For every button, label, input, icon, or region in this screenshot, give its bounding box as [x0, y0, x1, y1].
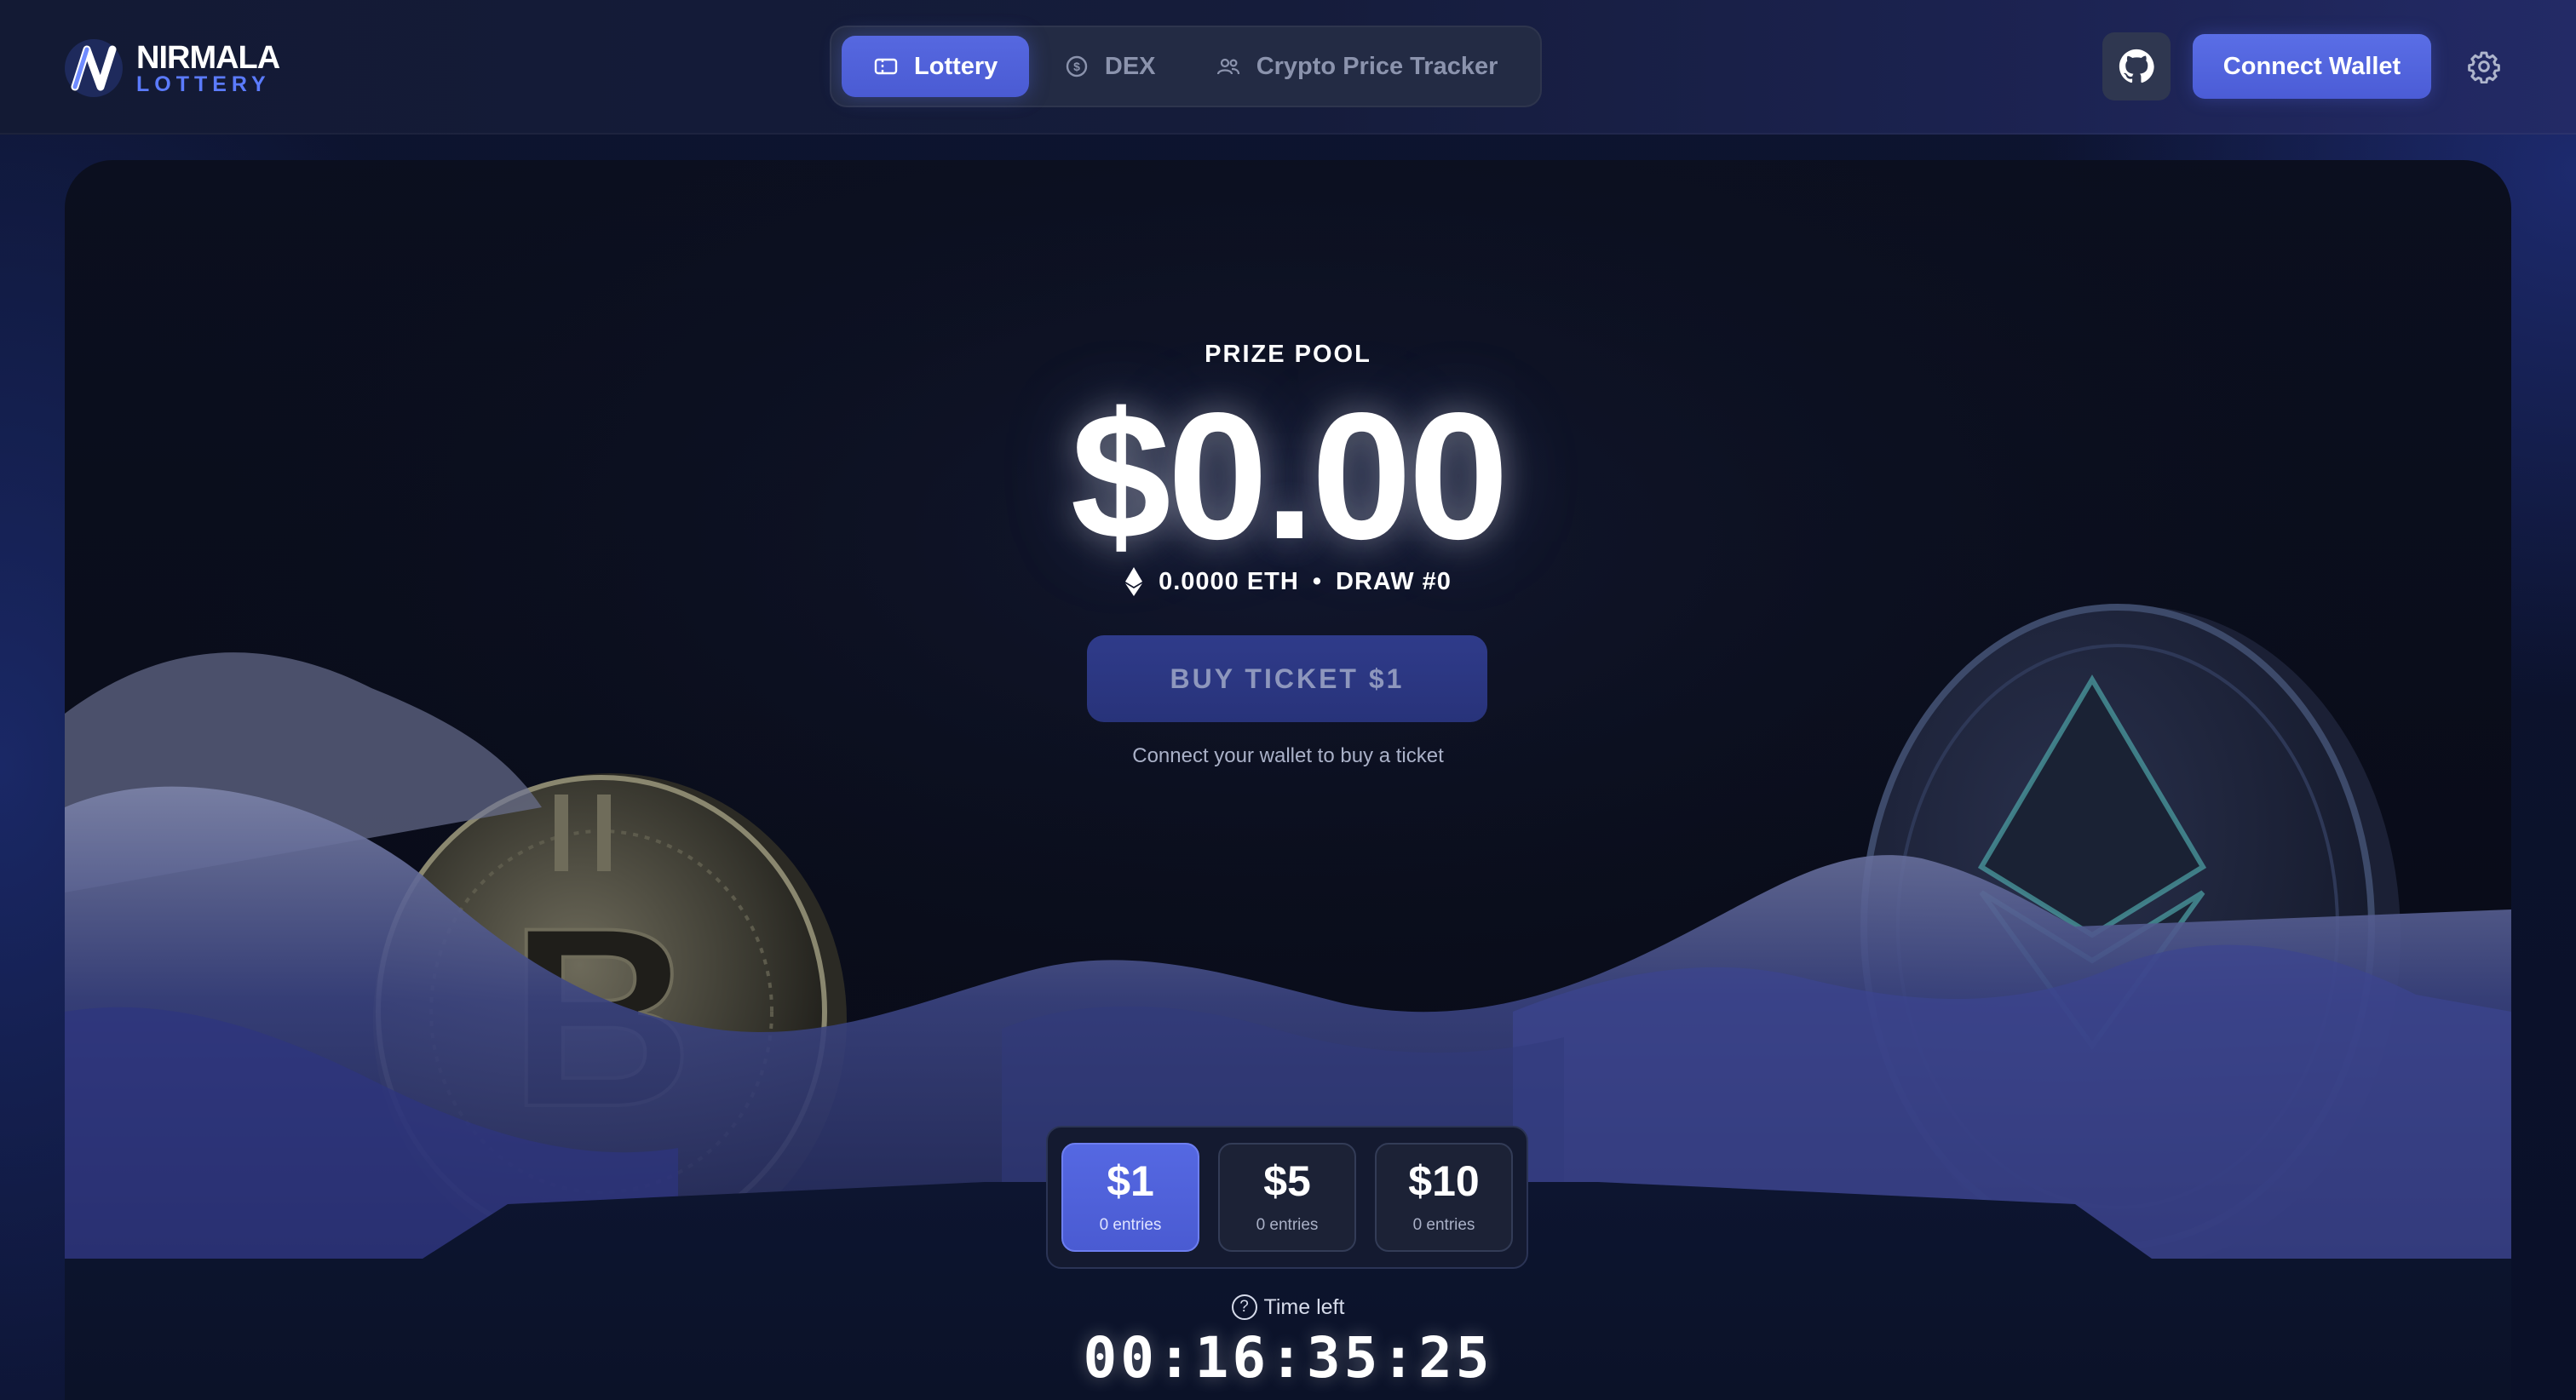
nav-tab-label: Crypto Price Tracker	[1256, 52, 1498, 80]
logo-subtitle: LOTTERY	[136, 72, 271, 96]
github-icon	[2119, 49, 2154, 83]
tier-option-1[interactable]: $1 0 entries	[1061, 1143, 1199, 1252]
prize-pool-label: PRIZE POOL	[1205, 341, 1371, 368]
svg-text:$: $	[1073, 60, 1080, 73]
github-button[interactable]	[2102, 32, 2171, 100]
tier-entries: 0 entries	[1099, 1216, 1162, 1234]
ticket-tier-selector: $1 0 entries $5 0 entries $10 0 entries	[1046, 1126, 1528, 1269]
users-icon	[1216, 58, 1239, 75]
help-icon[interactable]: ?	[1231, 1294, 1257, 1320]
nav-tab-label: Lottery	[914, 52, 998, 80]
nav-tab-dex[interactable]: $ DEX	[1038, 36, 1182, 97]
nav-tab-label: DEX	[1104, 52, 1156, 80]
dollar-coin-icon: $	[1066, 55, 1088, 77]
separator-dot: •	[1312, 567, 1322, 595]
connect-wallet-hint: Connect your wallet to buy a ticket	[1132, 744, 1444, 767]
nav-tab-lottery[interactable]: Lottery	[842, 36, 1030, 97]
prize-pool-amount: $0.00	[1070, 375, 1509, 577]
tier-price: $1	[1107, 1157, 1154, 1205]
time-left-label: ? Time left	[65, 1294, 2511, 1320]
tier-option-5[interactable]: $5 0 entries	[1218, 1143, 1356, 1252]
time-left-text: Time left	[1263, 1294, 1345, 1319]
nav-tab-crypto-price-tracker[interactable]: Crypto Price Tracker	[1183, 36, 1530, 97]
connect-wallet-button[interactable]: Connect Wallet	[2193, 34, 2431, 99]
ticket-icon	[874, 58, 898, 75]
countdown-timer: 00:16:35:25	[1083, 1325, 1493, 1391]
tier-price: $10	[1408, 1157, 1480, 1205]
logo[interactable]: NIRMALA LOTTERY	[63, 37, 280, 99]
ethereum-icon	[1125, 567, 1143, 596]
lottery-card: B PRIZE POOL $0.00 0.0000 ETH • DRAW #0	[65, 160, 2511, 1400]
gear-icon[interactable]	[2467, 49, 2501, 83]
logo-title: NIRMALA	[136, 39, 280, 76]
buy-ticket-button[interactable]: BUY TICKET $1	[1087, 635, 1487, 722]
logo-mark-icon	[65, 39, 123, 97]
main-nav: Lottery $ DEX Crypto Price Tracker	[830, 26, 1542, 107]
tier-entries: 0 entries	[1412, 1216, 1475, 1234]
draw-number: DRAW #0	[1336, 567, 1452, 595]
tier-entries: 0 entries	[1256, 1216, 1319, 1234]
top-navbar: NIRMALA LOTTERY Lottery $ DEX Crypto Pri…	[0, 0, 2576, 135]
eth-amount: 0.0000 ETH	[1159, 567, 1299, 595]
tier-price: $5	[1263, 1157, 1311, 1205]
prize-details: 0.0000 ETH • DRAW #0	[65, 567, 2511, 596]
tier-option-10[interactable]: $10 0 entries	[1375, 1143, 1513, 1252]
